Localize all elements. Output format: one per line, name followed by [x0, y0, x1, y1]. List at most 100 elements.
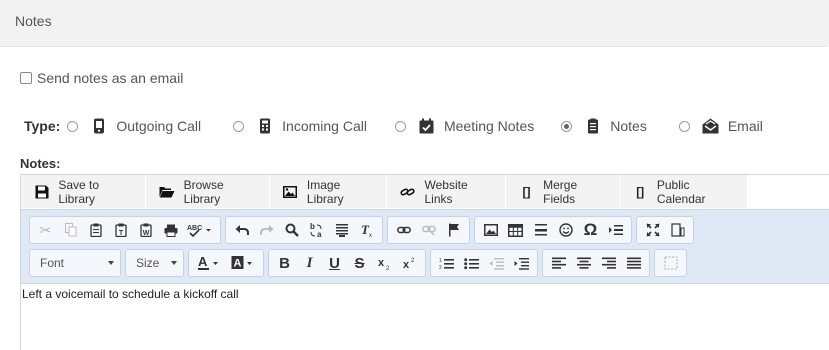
text-color-icon[interactable]: A	[192, 251, 226, 275]
size-combo[interactable]: Size	[125, 249, 184, 277]
numbered-list-icon[interactable]: 12	[434, 251, 459, 275]
notes-radio[interactable]	[561, 120, 573, 132]
font-combo[interactable]: Font	[29, 249, 121, 277]
align-right-icon[interactable]	[596, 251, 621, 275]
unlink-icon[interactable]	[416, 218, 441, 242]
send-notes-email-row[interactable]: Send notes as an email	[20, 70, 183, 86]
find-icon[interactable]	[279, 218, 304, 242]
outgoing-call-label[interactable]: Outgoing Call	[116, 118, 201, 134]
meeting-notes-radio[interactable]	[394, 120, 406, 132]
svg-text:A: A	[198, 255, 208, 269]
anchor-flag-icon[interactable]	[441, 218, 466, 242]
merge-fields-button[interactable]: [] Merge Fields	[506, 175, 620, 208]
type-option-email[interactable]: Email	[678, 117, 763, 135]
insert-table-icon[interactable]	[503, 218, 528, 242]
send-email-checkbox[interactable]	[20, 72, 32, 84]
svg-text:T: T	[118, 230, 123, 237]
svg-text:1: 1	[439, 258, 442, 264]
italic-icon[interactable]: I	[297, 251, 322, 275]
maximize-icon[interactable]	[640, 218, 665, 242]
insert-image-icon[interactable]	[478, 218, 503, 242]
align-center-icon[interactable]	[571, 251, 596, 275]
save-to-library-label[interactable]: Save to Library	[58, 178, 135, 206]
notes-label[interactable]: Notes	[610, 118, 647, 134]
size-combo-label[interactable]: Size	[136, 256, 159, 270]
background-color-icon[interactable]: A	[226, 251, 260, 275]
align-group	[542, 249, 650, 277]
incoming-call-radio[interactable]	[233, 120, 245, 132]
superscript-icon[interactable]: x2	[397, 251, 422, 275]
insert-link-icon[interactable]	[391, 218, 416, 242]
svg-text:2: 2	[439, 265, 442, 270]
outdent-icon[interactable]	[484, 251, 509, 275]
copy-icon[interactable]	[58, 218, 83, 242]
align-left-icon[interactable]	[546, 251, 571, 275]
cut-icon[interactable]: ✂	[33, 218, 58, 242]
svg-text:2: 2	[411, 258, 415, 264]
bulleted-list-icon[interactable]	[459, 251, 484, 275]
type-option-notes[interactable]: Notes	[561, 117, 647, 135]
chevron-down-icon	[171, 261, 177, 265]
type-selector: Type: Outgoing Call Incoming Call Meetin…	[24, 116, 763, 136]
website-links-button[interactable]: Website Links	[387, 175, 506, 208]
spellcheck-icon[interactable]: ABC	[183, 218, 217, 242]
justify-icon[interactable]	[621, 251, 646, 275]
select-all-icon[interactable]	[329, 218, 354, 242]
underline-icon[interactable]: U	[322, 251, 347, 275]
merge-fields-label[interactable]: Merge Fields	[543, 178, 609, 206]
paste-text-icon[interactable]: T	[108, 218, 133, 242]
toolbar-row-2: Font Size A A B I U S x2 x 2 1 2	[29, 249, 691, 277]
special-char-icon[interactable]: Ω	[578, 218, 603, 242]
svg-text:W: W	[142, 230, 149, 237]
type-option-outgoing-call[interactable]: Outgoing Call	[67, 117, 201, 135]
color-group: A A	[188, 249, 264, 277]
image-library-button[interactable]: Image Library	[270, 175, 388, 208]
svg-text:x: x	[378, 257, 385, 269]
clear-formatting-icon[interactable]: Tx	[354, 218, 379, 242]
blocks-group	[654, 249, 687, 277]
div-container-icon[interactable]	[658, 251, 683, 275]
smiley-icon[interactable]	[553, 218, 578, 242]
panel-header: Notes	[0, 0, 829, 47]
type-option-incoming-call[interactable]: Incoming Call	[233, 117, 367, 135]
indent-icon[interactable]	[509, 251, 534, 275]
email-envelope-icon	[702, 117, 720, 135]
link-group	[387, 216, 470, 244]
redo-icon[interactable]	[254, 218, 279, 242]
show-blocks-icon[interactable]	[665, 218, 690, 242]
svg-text:x: x	[369, 233, 372, 237]
notepad-icon	[584, 117, 602, 135]
svg-text:ABC: ABC	[187, 225, 202, 232]
save-to-library-button[interactable]: Save to Library	[21, 175, 146, 208]
replace-icon[interactable]: ba	[304, 218, 329, 242]
library-bar: Save to Library Browse Library Image Lib…	[21, 175, 747, 208]
subscript-icon[interactable]: x2	[372, 251, 397, 275]
image-library-label[interactable]: Image Library	[307, 178, 377, 206]
horizontal-line-icon[interactable]	[528, 218, 553, 242]
meeting-notes-label[interactable]: Meeting Notes	[444, 118, 534, 134]
website-links-label[interactable]: Website Links	[425, 178, 496, 206]
type-option-meeting-notes[interactable]: Meeting Notes	[394, 117, 534, 135]
undo-icon[interactable]	[229, 218, 254, 242]
public-calendar-label[interactable]: Public Calendar	[657, 178, 738, 206]
browse-library-label[interactable]: Browse Library	[184, 178, 260, 206]
print-icon[interactable]	[158, 218, 183, 242]
image-icon	[283, 184, 298, 200]
editor-content[interactable]: Left a voicemail to schedule a kickoff c…	[21, 287, 239, 301]
email-radio[interactable]	[678, 120, 690, 132]
outgoing-call-radio[interactable]	[67, 120, 79, 132]
strikethrough-icon[interactable]: S	[347, 251, 372, 275]
bold-icon[interactable]: B	[272, 251, 297, 275]
insert-group: Ω	[474, 216, 632, 244]
paste-word-icon[interactable]: W	[133, 218, 158, 242]
svg-text:2: 2	[386, 266, 390, 270]
send-email-label[interactable]: Send notes as an email	[37, 70, 183, 86]
calendar-check-icon	[418, 117, 436, 135]
browse-library-button[interactable]: Browse Library	[146, 175, 270, 208]
paste-icon[interactable]	[83, 218, 108, 242]
page-break-icon[interactable]	[603, 218, 628, 242]
email-label[interactable]: Email	[728, 118, 763, 134]
font-combo-label[interactable]: Font	[40, 256, 64, 270]
incoming-call-label[interactable]: Incoming Call	[282, 118, 367, 134]
public-calendar-button[interactable]: [] Public Calendar	[620, 175, 747, 208]
